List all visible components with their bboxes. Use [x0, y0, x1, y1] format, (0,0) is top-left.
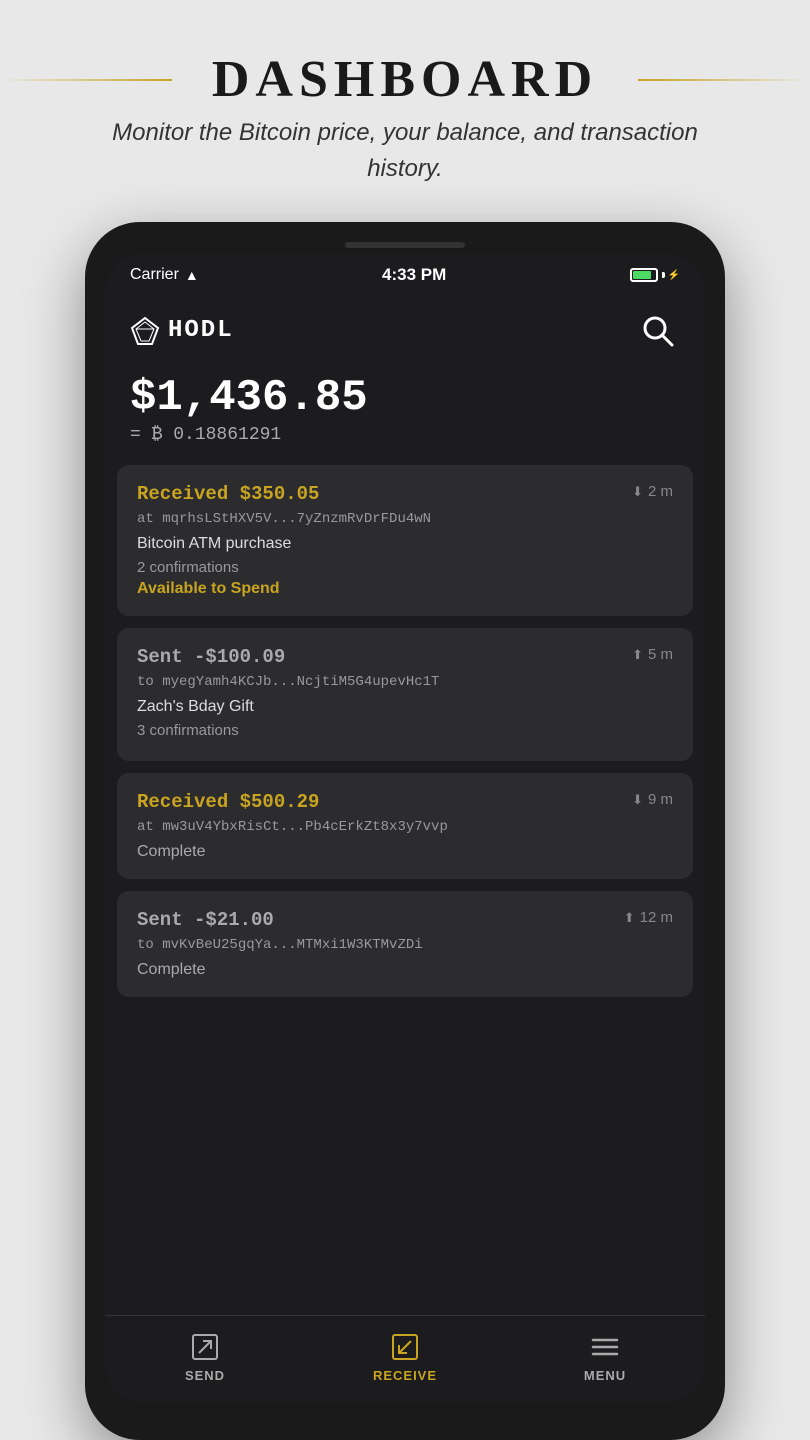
logo-diamond-icon [130, 316, 160, 346]
transactions-list: Received $350.05 ⬇ 2 m at mqrhsLStHXV5V.… [105, 465, 705, 1315]
phone-notch [345, 242, 465, 248]
tx-type-icon: ⬆ [624, 910, 635, 926]
logo-text: HODL [168, 317, 234, 344]
tx-address: at mw3uV4YbxRisCt...Pb4cErkZt8x3y7vvp [137, 819, 673, 835]
transaction-item[interactable]: Sent -$21.00 ⬆ 12 m to mvKvBeU25gqYa...M… [117, 891, 693, 997]
balance-btc-prefix: = ₿ [130, 425, 162, 445]
page-title: DASHBOARD [192, 50, 618, 109]
tx-time-value: 9 m [648, 791, 673, 808]
wifi-icon: ▲ [185, 267, 199, 283]
tx-top-row: Sent -$21.00 ⬆ 12 m [137, 909, 673, 931]
page-subtitle: Monitor the Bitcoin price, your balance,… [105, 115, 705, 187]
tx-status: Complete [137, 961, 673, 979]
page-header: DASHBOARD Monitor the Bitcoin price, you… [0, 0, 810, 207]
tx-type-icon: ⬆ [632, 647, 643, 663]
nav-receive-button[interactable]: RECEIVE [305, 1331, 505, 1383]
transaction-item[interactable]: Sent -$100.09 ⬆ 5 m to myegYamh4KCJb...N… [117, 628, 693, 761]
header-line-right [638, 79, 810, 81]
tx-amount: Sent -$100.09 [137, 646, 285, 668]
tx-time-value: 12 m [640, 909, 673, 926]
tx-address: to mvKvBeU25gqYa...MTMxi1W3KTMvZDi [137, 937, 673, 953]
tx-time: ⬇ 2 m [632, 483, 673, 500]
tx-address: to myegYamh4KCJb...NcjtiM5G4upevHc1T [137, 674, 673, 690]
tx-confirmations: 2 confirmations [137, 559, 673, 576]
battery-body [630, 268, 658, 282]
battery-fill [633, 271, 652, 279]
tx-status: Complete [137, 843, 673, 861]
balance-usd: $1,436.85 [130, 373, 680, 423]
balance-section: $1,436.85 = ₿ 0.18861291 [105, 363, 705, 465]
battery-indicator: ⚡ [630, 268, 680, 282]
header-decoration: DASHBOARD [0, 50, 810, 109]
tx-type-icon: ⬇ [632, 484, 643, 500]
transaction-item[interactable]: Received $500.29 ⬇ 9 m at mw3uV4YbxRisCt… [117, 773, 693, 879]
status-time: 4:33 PM [382, 265, 446, 285]
tx-time: ⬇ 9 m [632, 791, 673, 808]
tx-type-icon: ⬇ [632, 792, 643, 808]
receive-icon [389, 1331, 421, 1363]
header-line-left [0, 79, 172, 81]
menu-icon [589, 1331, 621, 1363]
tx-top-row: Sent -$100.09 ⬆ 5 m [137, 646, 673, 668]
tx-label: Bitcoin ATM purchase [137, 535, 673, 553]
bottom-nav: SEND RECEIVE MENU [105, 1315, 705, 1403]
search-button[interactable] [635, 308, 680, 353]
phone-notch-area [105, 242, 705, 248]
app-logo: HODL [130, 316, 234, 346]
send-icon [189, 1331, 221, 1363]
tx-status: Available to Spend [137, 580, 673, 598]
nav-menu-label: MENU [584, 1368, 626, 1383]
balance-btc: = ₿ 0.18861291 [130, 425, 680, 445]
tx-time: ⬆ 5 m [632, 646, 673, 663]
nav-receive-label: RECEIVE [373, 1368, 437, 1383]
transaction-item[interactable]: Received $350.05 ⬇ 2 m at mqrhsLStHXV5V.… [117, 465, 693, 616]
search-icon [639, 312, 677, 350]
tx-confirmations: 3 confirmations [137, 722, 673, 739]
status-bar: Carrier ▲ 4:33 PM ⚡ [105, 253, 705, 293]
tx-time-value: 2 m [648, 483, 673, 500]
phone-screen: Carrier ▲ 4:33 PM ⚡ [105, 253, 705, 1403]
tx-top-row: Received $500.29 ⬇ 9 m [137, 791, 673, 813]
nav-send-label: SEND [185, 1368, 225, 1383]
carrier-label: Carrier [130, 266, 179, 284]
phone-frame: Carrier ▲ 4:33 PM ⚡ [85, 222, 725, 1440]
tx-top-row: Received $350.05 ⬇ 2 m [137, 483, 673, 505]
tx-amount: Received $350.05 [137, 483, 319, 505]
tx-amount: Received $500.29 [137, 791, 319, 813]
balance-btc-value: 0.18861291 [173, 425, 281, 445]
tx-address: at mqrhsLStHXV5V...7yZnzmRvDrFDu4wN [137, 511, 673, 527]
tx-amount: Sent -$21.00 [137, 909, 274, 931]
nav-send-button[interactable]: SEND [105, 1331, 305, 1383]
status-carrier: Carrier ▲ [130, 266, 199, 284]
tx-time: ⬆ 12 m [624, 909, 673, 926]
app-header: HODL [105, 293, 705, 363]
battery-tip [662, 272, 665, 278]
tx-time-value: 5 m [648, 646, 673, 663]
battery-charging-icon: ⚡ [668, 270, 680, 281]
nav-menu-button[interactable]: MENU [505, 1331, 705, 1383]
tx-label: Zach's Bday Gift [137, 698, 673, 716]
app-content: HODL $1,436.85 = ₿ 0.18861291 [105, 293, 705, 1403]
